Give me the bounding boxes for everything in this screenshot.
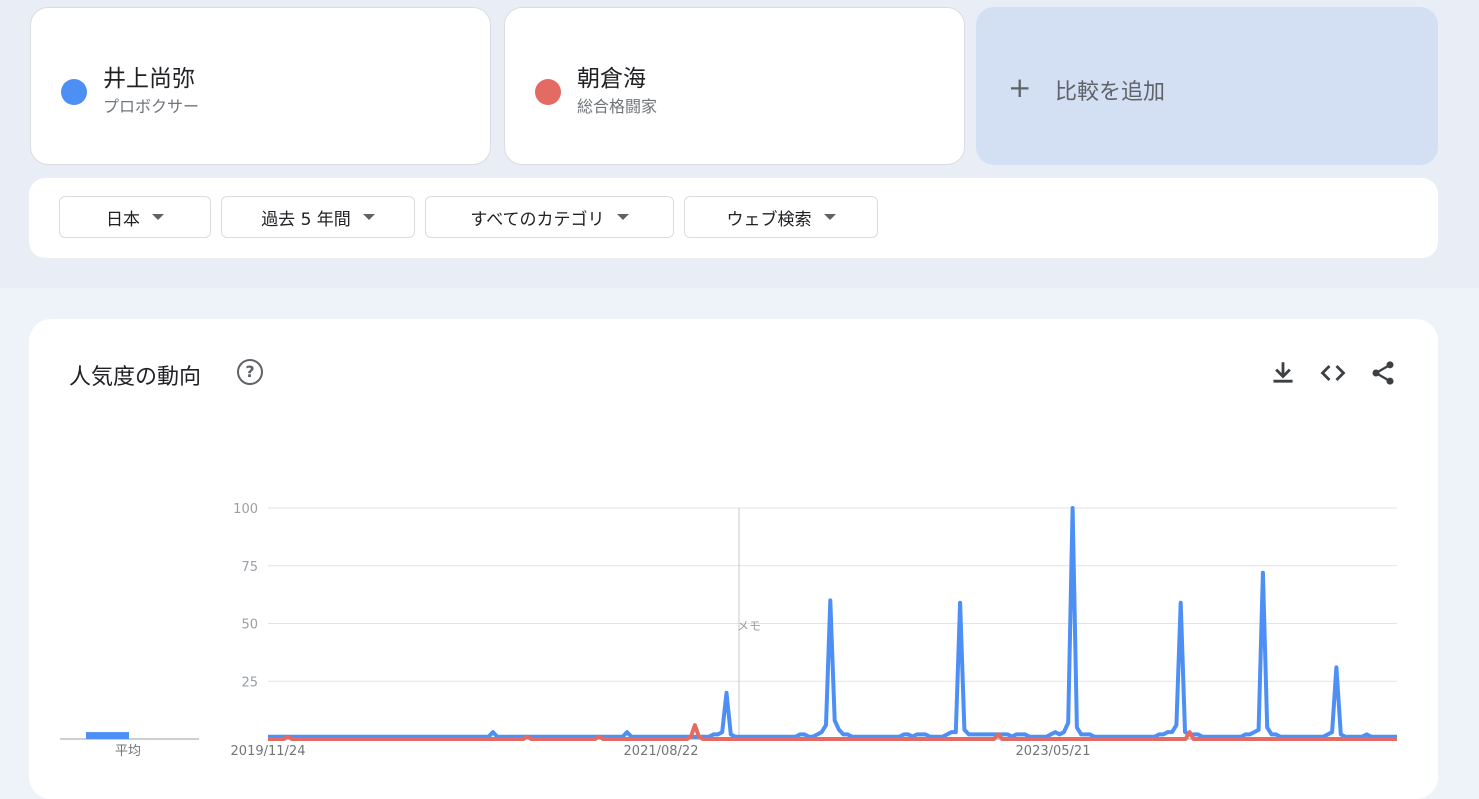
series-line-1 — [268, 506, 1397, 739]
x-tick-label: 2019/11/24 — [231, 744, 306, 759]
x-tick-label: 2023/05/21 — [1016, 744, 1091, 759]
annotation-label: メモ — [737, 619, 761, 633]
y-tick-label: 25 — [241, 675, 258, 690]
y-tick-label: 100 — [233, 502, 258, 517]
y-tick-label: 50 — [241, 618, 258, 633]
x-tick-label: 2021/08/22 — [624, 744, 699, 759]
y-tick-label: 75 — [241, 560, 258, 575]
trend-chart: 100 75 50 25 2019/11/24 2021/08/22 2023/05/21 メ… — [60, 502, 1397, 759]
average-label: 平均 — [115, 744, 141, 759]
average-bar-1 — [86, 732, 129, 739]
